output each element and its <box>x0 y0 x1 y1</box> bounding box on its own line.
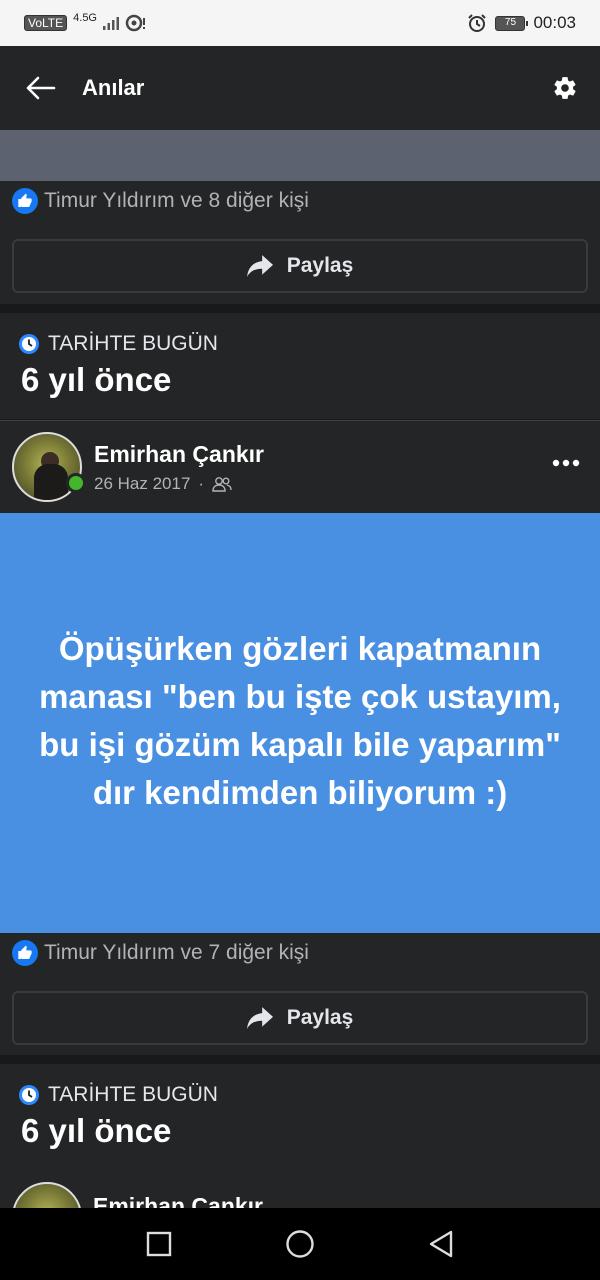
share-arrow-icon <box>246 255 273 277</box>
avatar[interactable] <box>12 1182 82 1210</box>
friends-privacy-icon <box>212 476 232 492</box>
post-text: Öpüşürken gözleri kapatmanın manası "ben… <box>39 630 561 811</box>
system-navigation-bar <box>0 1208 600 1280</box>
reactions-text: Timur Yıldırım ve 8 diğer kişi <box>44 189 309 212</box>
network-type: 4.5G <box>73 12 97 24</box>
years-ago-heading: 6 yıl önce <box>21 1112 172 1149</box>
like-icon <box>12 188 38 214</box>
post-header-2: Emirhan Çankır 26 Haz 2017 · <box>0 421 600 513</box>
page-title: Anılar <box>82 75 145 100</box>
status-bar: VoLTE 4.5G 75 00:03 <box>0 0 600 46</box>
status-left: VoLTE 4.5G <box>24 12 147 32</box>
recents-square-icon[interactable] <box>146 1231 172 1257</box>
memory-section-header-2: TARİHTE BUGÜN 6 yıl önce <box>0 1064 600 1170</box>
reactions-row[interactable]: Timur Yıldırım ve 7 diğer kişi <box>0 933 600 973</box>
clock-time: 00:03 <box>533 13 576 32</box>
memories-clock-icon <box>19 1085 39 1105</box>
post-meta: Emirhan Çankır 26 Haz 2017 · <box>94 441 264 494</box>
author-name[interactable]: Emirhan Çankır <box>94 441 264 468</box>
reactions-text: Timur Yıldırım ve 7 diğer kişi <box>44 941 309 964</box>
post-header-3: Emirhan Çankır <box>0 1170 600 1210</box>
memories-clock-icon <box>19 334 39 354</box>
alarm-icon <box>468 14 487 32</box>
share-button[interactable]: Paylaş <box>12 991 588 1045</box>
volte-indicator: VoLTE <box>24 15 68 31</box>
on-this-day-label-row: TARİHTE BUGÜN <box>18 1078 600 1112</box>
back-triangle-icon[interactable] <box>428 1230 454 1258</box>
app-bar: Anılar <box>0 46 600 130</box>
post-date-row: 26 Haz 2017 · <box>94 474 264 494</box>
share-label: Paylaş <box>286 254 354 277</box>
on-this-day-label: TARİHTE BUGÜN <box>48 332 218 355</box>
previous-post-image[interactable] <box>0 130 600 181</box>
share-button[interactable]: Paylaş <box>12 239 588 293</box>
back-arrow-icon[interactable] <box>26 76 56 100</box>
app-bar-left: Anılar <box>26 75 144 101</box>
share-arrow-icon <box>246 1007 273 1029</box>
years-ago-heading: 6 yıl önce <box>21 361 172 398</box>
data-saver-icon <box>125 14 145 32</box>
post-footer-2: Timur Yıldırım ve 7 diğer kişi Paylaş <box>0 933 600 1055</box>
post-body-colored[interactable]: Öpüşürken gözleri kapatmanın manası "ben… <box>0 513 600 933</box>
more-options-icon[interactable] <box>552 459 580 467</box>
like-icon <box>12 940 38 966</box>
gear-icon[interactable] <box>552 75 578 101</box>
share-label: Paylaş <box>286 1006 354 1029</box>
on-this-day-label-row: TARİHTE BUGÜN <box>18 327 600 361</box>
avatar-body <box>34 464 68 500</box>
meta-separator: · <box>198 473 205 493</box>
status-right: 75 00:03 <box>467 13 576 33</box>
on-this-day-label: TARİHTE BUGÜN <box>48 1083 218 1106</box>
post-date[interactable]: 26 Haz 2017 <box>94 474 190 494</box>
signal-icon <box>103 17 119 30</box>
home-circle-icon[interactable] <box>285 1229 315 1259</box>
memory-section-header-1: TARİHTE BUGÜN 6 yıl önce <box>0 313 600 419</box>
post-footer-1: Timur Yıldırım ve 8 diğer kişi Paylaş <box>0 181 600 304</box>
reactions-row[interactable]: Timur Yıldırım ve 8 diğer kişi <box>0 181 600 221</box>
battery-icon: 75 <box>495 15 529 31</box>
online-status-dot <box>66 473 86 493</box>
